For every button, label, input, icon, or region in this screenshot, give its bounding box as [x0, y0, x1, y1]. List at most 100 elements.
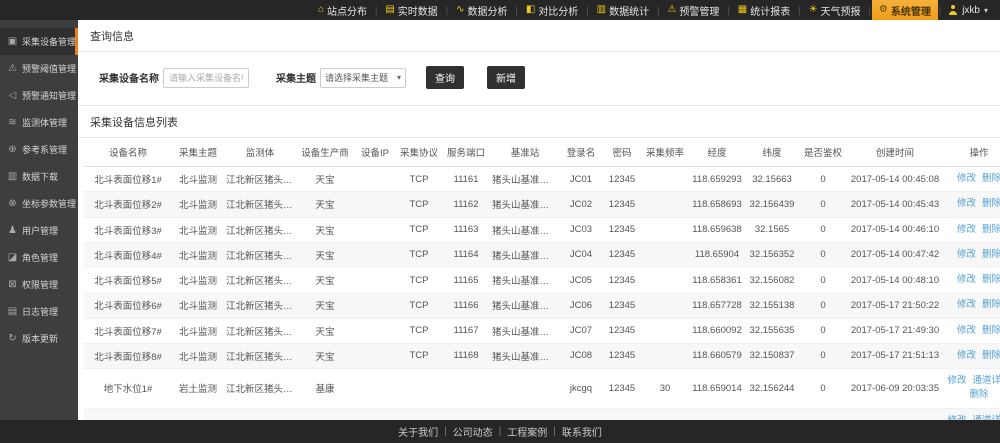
alarm-bell-icon: ⚠ — [7, 63, 18, 74]
delete-link[interactable]: 删除 — [982, 273, 1000, 287]
sidebar-item-4[interactable]: ≋监测体管理 — [0, 109, 78, 136]
user-plus-icon: ♟ — [7, 225, 18, 236]
table-cell: 2017-05-17 21:50:22 — [848, 293, 942, 318]
table-cell: 0 — [798, 242, 848, 267]
search-button[interactable]: 查询 — [426, 66, 464, 89]
table-cell: TCP — [396, 242, 442, 267]
delete-link[interactable]: 删除 — [982, 349, 1000, 363]
sidebar-item-8[interactable]: ♟用户管理 — [0, 217, 78, 244]
table-cell: TCP — [396, 192, 442, 217]
sidebar-item-6[interactable]: ▥数据下载 — [0, 163, 78, 190]
sidebar-item-10[interactable]: ⊠权限管理 — [0, 271, 78, 298]
channel-detail-link[interactable]: 通道详情 — [973, 374, 1000, 388]
sidebar-item-label: 数据下载 — [22, 170, 58, 183]
nav-item-7[interactable]: ▦统计报表 — [731, 0, 797, 20]
modify-link[interactable]: 修改 — [957, 223, 976, 237]
column-header: 设备名称 — [84, 138, 172, 167]
table-cell — [746, 408, 798, 420]
sidebar-item-5[interactable]: ⊕参考系管理 — [0, 136, 78, 163]
delete-link[interactable]: 删除 — [982, 324, 1000, 338]
table-cell: 北斗监测 — [172, 242, 224, 267]
nav-item-4[interactable]: ◧对比分析 — [519, 0, 585, 20]
alert-icon: ⚠ — [667, 5, 676, 15]
table-cell: 118.659014 — [688, 369, 746, 409]
footer-link-4[interactable]: 联系我们 — [560, 424, 604, 439]
delete-link[interactable]: 删除 — [982, 197, 1000, 211]
table-cell: JC04 — [560, 242, 602, 267]
modify-link[interactable]: 修改 — [957, 298, 976, 312]
column-header: 采集主题 — [172, 138, 224, 167]
footer-link-1[interactable]: 关于我们 — [396, 424, 440, 439]
delete-link[interactable]: 删除 — [982, 298, 1000, 312]
topic-label: 采集主题 — [276, 70, 316, 85]
sidebar-item-9[interactable]: ◪角色管理 — [0, 244, 78, 271]
table-cell: 32.150837 — [746, 343, 798, 368]
sidebar-item-label: 监测体管理 — [22, 116, 67, 129]
user-menu[interactable]: jxkb ▾ — [942, 5, 1000, 16]
delete-link[interactable]: 删除 — [982, 223, 1000, 237]
table-cell: 基康 — [296, 369, 354, 409]
column-header: 基准站 — [490, 138, 560, 167]
nav-item-1[interactable]: ⌂站点分布 — [311, 0, 374, 20]
database-icon: ▤ — [385, 5, 394, 15]
table-cell: 0 — [798, 167, 848, 192]
footer-link-2[interactable]: 公司动态 — [451, 424, 495, 439]
table-cell: 天宝 — [296, 217, 354, 242]
table-cell: 2017-06-09 20:07:25 — [848, 408, 942, 420]
table-cell: 118.658361 — [688, 268, 746, 293]
table-cell: 11162 — [442, 192, 490, 217]
nav-item-8[interactable]: ☀天气预报 — [802, 0, 868, 20]
modify-link[interactable]: 修改 — [947, 374, 966, 388]
modify-link[interactable]: 修改 — [957, 248, 976, 262]
table-row: 北斗表面位移4#北斗监测江北新区猪头山滑...天宝TCP11164猪头山基准站0… — [84, 242, 1000, 267]
nav-item-5[interactable]: ▥数据统计 — [590, 0, 656, 20]
modify-link[interactable]: 修改 — [957, 172, 976, 186]
sidebar-item-12[interactable]: ↻版本更新 — [0, 325, 78, 352]
table-row: 北斗表面位移2#北斗监测江北新区猪头山滑...天宝TCP11162猪头山基准站0… — [84, 192, 1000, 217]
table-cell: JC02 — [560, 192, 602, 217]
table-cell: 2017-05-17 21:49:30 — [848, 318, 942, 343]
add-button[interactable]: 新增 — [487, 66, 525, 89]
delete-link[interactable]: 删除 — [982, 248, 1000, 262]
operations-cell: 修改通道详情删除 — [942, 369, 1000, 409]
sidebar-item-11[interactable]: ▤日志管理 — [0, 298, 78, 325]
table-cell — [642, 192, 688, 217]
table-cell: JC06 — [560, 293, 602, 318]
table-cell: 11163 — [442, 217, 490, 242]
device-name-input[interactable] — [163, 68, 249, 88]
table-cell — [354, 217, 396, 242]
table-cell — [396, 369, 442, 409]
modify-link[interactable]: 修改 — [957, 273, 976, 287]
gear-icon: ⚙ — [879, 5, 888, 15]
table-cell: 12345 — [602, 192, 642, 217]
nav-item-6[interactable]: ⚠预警管理 — [660, 0, 726, 20]
sidebar-item-label: 坐标参数管理 — [22, 197, 76, 210]
modify-link[interactable]: 修改 — [957, 197, 976, 211]
table-row: 北斗表面位移6#北斗监测江北新区猪头山滑...天宝TCP11166猪头山基准站0… — [84, 293, 1000, 318]
sidebar-item-2[interactable]: ⚠预警阈值管理 — [0, 55, 78, 82]
table-cell: 32.155635 — [746, 318, 798, 343]
topic-select[interactable]: 请选择采集主题 ▾ — [320, 68, 406, 88]
table-cell: 11164 — [442, 242, 490, 267]
speaker-icon: ◁ — [7, 90, 18, 101]
footer-separator: | — [499, 426, 502, 437]
delete-link[interactable]: 删除 — [982, 172, 1000, 186]
sidebar-item-3[interactable]: ◁预警通知管理 — [0, 82, 78, 109]
modify-link[interactable]: 修改 — [957, 324, 976, 338]
delete-link[interactable]: 删除 — [969, 388, 988, 402]
table-cell: 12345 — [602, 167, 642, 192]
table-cell: 北斗表面位移5# — [84, 268, 172, 293]
footer-link-3[interactable]: 工程案例 — [505, 424, 549, 439]
table-cell: 猪头山基准站02 — [490, 318, 560, 343]
table-cell — [354, 167, 396, 192]
sidebar-item-1[interactable]: ▣采集设备管理 — [0, 28, 78, 55]
sidebar-item-7[interactable]: ⊗坐标参数管理 — [0, 190, 78, 217]
table-cell: 118.659638 — [688, 217, 746, 242]
nav-item-2[interactable]: ▤实时数据 — [378, 0, 444, 20]
table-cell: 北斗表面位移8# — [84, 343, 172, 368]
table-cell: 2017-05-14 00:47:42 — [848, 242, 942, 267]
nav-item-3[interactable]: ∿数据分析 — [449, 0, 514, 20]
nav-item-9[interactable]: ⚙系统管理 — [872, 0, 938, 20]
modify-link[interactable]: 修改 — [957, 349, 976, 363]
table-cell: 猪头山基准站02 — [490, 343, 560, 368]
